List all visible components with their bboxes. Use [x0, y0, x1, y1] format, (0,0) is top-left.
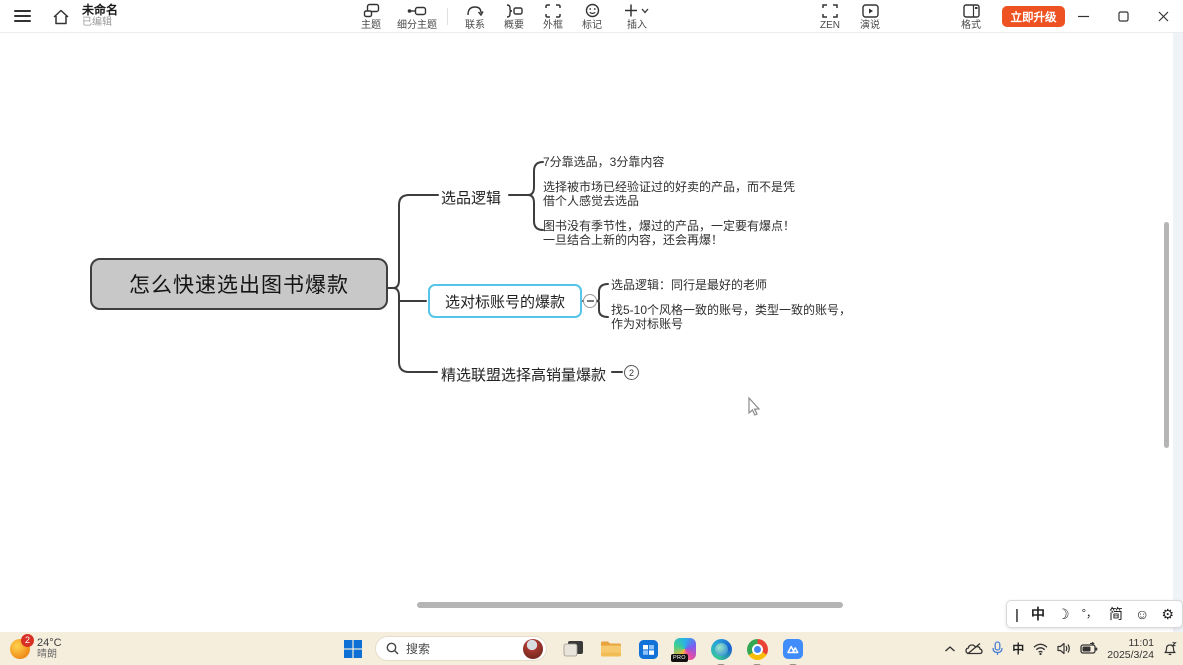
ime-caret-icon[interactable]: | — [1015, 601, 1019, 627]
chrome-browser-button[interactable] — [745, 637, 769, 661]
ime-mode-chinese[interactable]: 中 — [1031, 601, 1045, 627]
mindmap-branch-topic[interactable]: 精选联盟选择高销量爆款 — [441, 364, 606, 385]
mindmap-subtopic[interactable]: 选品逻辑：同行是最好的老师 — [611, 278, 767, 292]
file-explorer-button[interactable] — [599, 637, 623, 661]
insert-icon — [611, 2, 663, 19]
canvas-right-edge — [1173, 33, 1183, 632]
format-icon — [945, 2, 997, 19]
mindmap-subtopic[interactable]: 7分靠选品，3分靠内容 — [543, 155, 664, 169]
ime-punctuation-icon[interactable]: °， — [1082, 601, 1097, 627]
document-title-block[interactable]: 未命名 已编辑 — [82, 3, 118, 29]
subtopic-icon — [391, 2, 443, 19]
present-icon — [844, 2, 896, 19]
taskbar: 2 24°C 晴朗 搜索 PRO — [0, 632, 1183, 665]
format-button[interactable]: 格式 — [945, 2, 997, 32]
vertical-scrollbar[interactable] — [1164, 222, 1169, 448]
start-button[interactable] — [341, 637, 365, 661]
microphone-icon[interactable] — [992, 641, 1003, 656]
clock-date: 2025/3/24 — [1107, 649, 1154, 661]
tray-chevron-up-icon[interactable] — [944, 645, 956, 653]
mindmap-root-topic[interactable]: 怎么快速选出图书爆款 — [90, 258, 388, 310]
document-title: 未命名 — [82, 3, 118, 17]
toolbar-divider — [447, 8, 448, 25]
quark-app-button[interactable] — [781, 637, 805, 661]
horizontal-scrollbar[interactable] — [417, 602, 843, 608]
mindmap-subtopic[interactable]: 找5-10个风格一致的账号，类型一致的账号，作为对标账号 — [611, 303, 863, 331]
tray-ime-mode[interactable]: 中 — [1012, 640, 1024, 657]
ime-emoji-icon[interactable]: ☺ — [1135, 601, 1149, 627]
task-view-button[interactable] — [561, 637, 585, 661]
onedrive-paused-icon[interactable] — [965, 642, 983, 655]
search-highlight-avatar — [523, 639, 543, 659]
wifi-icon[interactable] — [1033, 643, 1048, 655]
upgrade-button[interactable]: 立即升级 — [1002, 6, 1065, 27]
titlebar: 未命名 已编辑 主题 细分主题 联系 概要 外框 标记 — [0, 0, 1183, 33]
notification-bell-icon[interactable] — [1163, 642, 1177, 656]
ime-halfwidth-moon-icon[interactable]: ☽ — [1057, 601, 1070, 627]
home-icon[interactable] — [52, 8, 70, 26]
mindmap-branch-topic[interactable]: 选品逻辑 — [441, 187, 501, 208]
minimize-button[interactable] — [1063, 0, 1103, 32]
mindmap-subtopic[interactable]: 选择被市场已经验证过的好卖的产品，而不是凭借个人感觉去选品 — [543, 180, 799, 208]
weather-widget[interactable]: 2 24°C 晴朗 — [10, 632, 62, 665]
clock-time: 11:01 — [1107, 637, 1154, 649]
taskbar-search-box[interactable]: 搜索 — [375, 636, 547, 661]
weather-temperature: 24°C — [37, 637, 62, 649]
microsoft-store-button[interactable] — [636, 637, 660, 661]
ime-settings-gear-icon[interactable]: ⚙ — [1161, 601, 1174, 627]
document-status: 已编辑 — [82, 17, 118, 29]
insert-button[interactable]: 插入 — [611, 2, 663, 32]
speaker-icon[interactable] — [1057, 642, 1071, 655]
close-button[interactable] — [1143, 0, 1183, 32]
mindmap-subtopic[interactable]: 图书没有季节性，爆过的产品，一定要有爆点！一旦结合上新的内容，还会再爆！ — [543, 219, 801, 247]
copilot-pro-badge: PRO — [671, 654, 688, 662]
present-button[interactable]: 演说 — [844, 2, 896, 32]
taskbar-clock[interactable]: 11:01 2025/3/24 — [1107, 637, 1154, 661]
weather-sun-icon: 2 — [10, 639, 30, 659]
subtopic-button[interactable]: 细分主题 — [391, 2, 443, 32]
ime-simplified-toggle[interactable]: 简 — [1109, 601, 1123, 627]
battery-icon[interactable] — [1080, 642, 1098, 655]
collapsed-children-badge[interactable]: 2 — [624, 365, 639, 380]
collapse-toggle-icon[interactable] — [583, 294, 597, 308]
ime-toolbar: | 中 ☽ °， 简 ☺ ⚙ — [1006, 600, 1183, 628]
topic-button[interactable]: 主题 — [345, 2, 397, 32]
menu-icon[interactable] — [14, 10, 31, 23]
edge-browser-button[interactable] — [709, 637, 733, 661]
maximize-button[interactable] — [1103, 0, 1143, 32]
system-tray: 中 11:01 2025/3/24 — [944, 632, 1177, 665]
topic-icon — [345, 2, 397, 19]
app-window: 未命名 已编辑 主题 细分主题 联系 概要 外框 标记 — [0, 0, 1183, 665]
search-label: 搜索 — [406, 640, 523, 657]
mindmap-branch-topic-selected[interactable]: 选对标账号的爆款 — [428, 284, 582, 318]
copilot-button[interactable]: PRO — [673, 637, 697, 661]
weather-badge: 2 — [21, 634, 34, 647]
mindmap-canvas[interactable] — [0, 33, 1183, 632]
search-icon — [386, 642, 399, 655]
weather-condition: 晴朗 — [37, 649, 62, 661]
